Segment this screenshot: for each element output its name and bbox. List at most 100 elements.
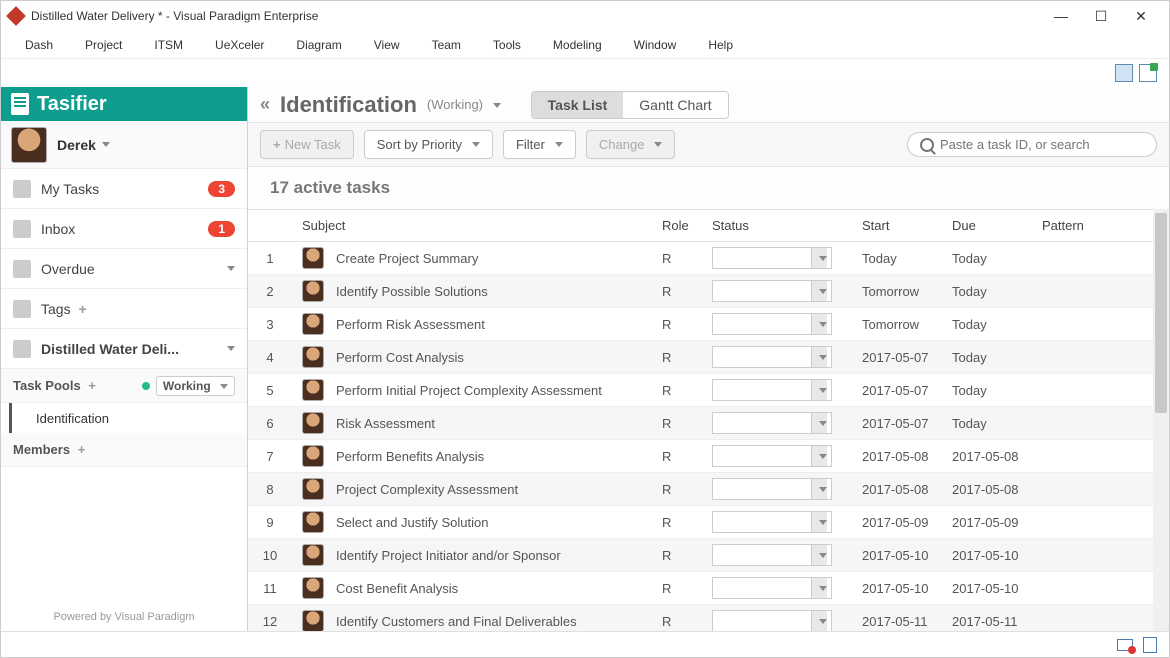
user-name: Derek: [57, 137, 96, 153]
status-dropdown[interactable]: [712, 445, 832, 467]
menu-itsm[interactable]: ITSM: [138, 31, 199, 59]
tab-task-list[interactable]: Task List: [532, 92, 624, 118]
table-row[interactable]: 9Select and Justify SolutionR2017-05-092…: [248, 506, 1169, 539]
table-row[interactable]: 2Identify Possible SolutionsRTomorrowTod…: [248, 275, 1169, 308]
task-role: R: [652, 572, 702, 605]
sidebar-item-label: My Tasks: [41, 181, 208, 197]
members-header[interactable]: Members +: [1, 433, 247, 467]
menu-diagram[interactable]: Diagram: [280, 31, 357, 59]
status-dropdown[interactable]: [712, 313, 832, 335]
menu-project[interactable]: Project: [69, 31, 138, 59]
status-dropdown[interactable]: [712, 280, 832, 302]
chevron-down-icon: [811, 413, 827, 433]
col-status[interactable]: Status: [702, 210, 852, 242]
status-dropdown[interactable]: [712, 478, 832, 500]
breadcrumb-row: « Identification (Working) Task List Gan…: [248, 87, 1169, 123]
status-dropdown[interactable]: [712, 346, 832, 368]
search-box[interactable]: [907, 132, 1157, 157]
table-row[interactable]: 7Perform Benefits AnalysisR2017-05-08201…: [248, 440, 1169, 473]
task-start: 2017-05-07: [852, 374, 942, 407]
sidebar-item-overdue[interactable]: Overdue: [1, 249, 247, 289]
col-subject[interactable]: Subject: [292, 210, 652, 242]
col-role[interactable]: Role: [652, 210, 702, 242]
status-dropdown[interactable]: [712, 379, 832, 401]
status-dropdown[interactable]: [712, 511, 832, 533]
task-due: Today: [942, 242, 1032, 275]
tab-gantt-chart[interactable]: Gantt Chart: [623, 92, 727, 118]
doc-icon[interactable]: [1143, 637, 1157, 653]
back-button[interactable]: «: [260, 94, 270, 115]
col-due[interactable]: Due: [942, 210, 1032, 242]
row-index: 4: [248, 341, 292, 374]
table-row[interactable]: 4Perform Cost AnalysisR2017-05-07Today: [248, 341, 1169, 374]
table-row[interactable]: 6Risk AssessmentR2017-05-07Today: [248, 407, 1169, 440]
assignee-avatar: [302, 445, 324, 467]
scrollbar-thumb[interactable]: [1155, 213, 1167, 413]
taskpool-identification[interactable]: Identification: [9, 403, 247, 433]
task-due: Today: [942, 308, 1032, 341]
sort-button[interactable]: Sort by Priority: [364, 130, 493, 159]
table-row[interactable]: 10Identify Project Initiator and/or Spon…: [248, 539, 1169, 572]
chevron-down-icon: [811, 248, 827, 268]
table-row[interactable]: 3Perform Risk AssessmentRTomorrowToday: [248, 308, 1169, 341]
working-dropdown[interactable]: Working: [156, 376, 235, 396]
toolbar-icon-1[interactable]: [1115, 64, 1133, 82]
task-due: Today: [942, 407, 1032, 440]
avatar: [11, 127, 47, 163]
page-subtitle[interactable]: (Working): [427, 97, 501, 112]
mail-icon[interactable]: [1117, 639, 1133, 651]
col-start[interactable]: Start: [852, 210, 942, 242]
minimize-button[interactable]: —: [1041, 2, 1081, 30]
table-row[interactable]: 12Identify Customers and Final Deliverab…: [248, 605, 1169, 632]
vertical-scrollbar[interactable]: [1153, 209, 1169, 631]
task-pattern: [1032, 341, 1169, 374]
col-pattern[interactable]: Pattern: [1032, 210, 1169, 242]
toolbar-icon-2[interactable]: [1139, 64, 1157, 82]
menu-team[interactable]: Team: [416, 31, 477, 59]
sidebar-item-mytasks[interactable]: My Tasks 3: [1, 169, 247, 209]
status-dropdown[interactable]: [712, 247, 832, 269]
sidebar-item-label: Distilled Water Deli...: [41, 341, 221, 357]
sidebar-footer: Powered by Visual Paradigm: [1, 603, 247, 631]
row-index: 8: [248, 473, 292, 506]
status-dot-icon: [142, 382, 150, 390]
chevron-down-icon: [102, 142, 110, 147]
task-subject: Identify Possible Solutions: [336, 284, 488, 299]
assignee-avatar: [302, 280, 324, 302]
sidebar-item-project[interactable]: Distilled Water Deli...: [1, 329, 247, 369]
plus-icon: +: [88, 378, 96, 393]
plus-icon: +: [78, 301, 86, 317]
menu-help[interactable]: Help: [692, 31, 749, 59]
status-dropdown[interactable]: [712, 610, 832, 631]
chevron-down-icon: [811, 314, 827, 334]
menu-view[interactable]: View: [358, 31, 416, 59]
task-table-wrap: Subject Role Status Start Due Pattern 1C…: [248, 209, 1169, 631]
table-row[interactable]: 8Project Complexity AssessmentR2017-05-0…: [248, 473, 1169, 506]
table-row[interactable]: 5Perform Initial Project Complexity Asse…: [248, 374, 1169, 407]
menu-tools[interactable]: Tools: [477, 31, 537, 59]
menu-modeling[interactable]: Modeling: [537, 31, 618, 59]
status-dropdown[interactable]: [712, 412, 832, 434]
maximize-button[interactable]: ☐: [1081, 2, 1121, 30]
menu-uexceler[interactable]: UeXceler: [199, 31, 280, 59]
status-dropdown[interactable]: [712, 544, 832, 566]
task-pattern: [1032, 506, 1169, 539]
search-input[interactable]: [940, 137, 1144, 152]
sidebar-item-tags[interactable]: Tags +: [1, 289, 247, 329]
menu-window[interactable]: Window: [618, 31, 693, 59]
close-button[interactable]: ✕: [1121, 2, 1161, 30]
tag-icon: [13, 300, 31, 318]
change-button[interactable]: Change: [586, 130, 676, 159]
menu-dash[interactable]: Dash: [9, 31, 69, 59]
inbox-icon: [13, 220, 31, 238]
task-due: 2017-05-08: [942, 440, 1032, 473]
sidebar-item-inbox[interactable]: Inbox 1: [1, 209, 247, 249]
user-row[interactable]: Derek: [1, 121, 247, 169]
sidebar-item-label: Tags +: [41, 301, 235, 317]
table-row[interactable]: 1Create Project SummaryRTodayToday: [248, 242, 1169, 275]
filter-button[interactable]: Filter: [503, 130, 576, 159]
new-task-button[interactable]: + New Task: [260, 130, 354, 159]
table-row[interactable]: 11Cost Benefit AnalysisR2017-05-102017-0…: [248, 572, 1169, 605]
status-dropdown[interactable]: [712, 577, 832, 599]
task-role: R: [652, 275, 702, 308]
